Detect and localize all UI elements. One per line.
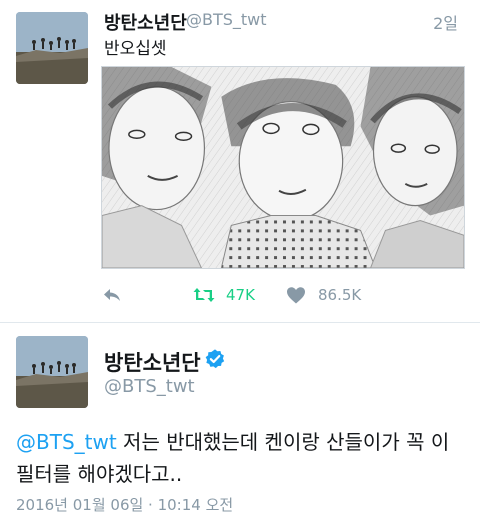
reply-button[interactable]: [100, 282, 124, 308]
author-avatar[interactable]: [16, 12, 88, 84]
retweet-icon: [193, 288, 215, 302]
detail-author-name[interactable]: 방탄소년단: [104, 347, 201, 377]
sketch-photo: [102, 67, 464, 268]
tweet-text: 반오십셋: [104, 39, 167, 59]
avatar-image: [16, 12, 88, 84]
detail-author-handle[interactable]: @BTS_twt: [104, 376, 195, 397]
detail-timestamp: 2016년 01월 06일 · 10:14 오전: [16, 496, 234, 514]
retweet-button[interactable]: 47K: [192, 282, 255, 308]
tweet-actions: 47K 86.5K: [100, 282, 460, 308]
author-name[interactable]: 방탄소년단: [104, 9, 187, 35]
verified-badge-icon: [205, 349, 225, 369]
author-handle[interactable]: @BTS_twt: [186, 10, 267, 29]
detail-tweet-text: @BTS_twt 저는 반대했는데 켄이랑 산들이가 꼭 이 필터를 해야겠다고…: [16, 426, 471, 490]
retweet-count: 47K: [226, 286, 255, 304]
mention-link[interactable]: @BTS_twt: [16, 430, 117, 454]
author-avatar[interactable]: [16, 336, 88, 408]
avatar-image: [16, 336, 88, 408]
like-count: 86.5K: [318, 286, 362, 304]
like-button[interactable]: 86.5K: [284, 282, 361, 308]
tweet-timestamp[interactable]: 2일: [433, 10, 458, 34]
heart-icon: [287, 287, 305, 304]
reply-icon: [104, 289, 120, 301]
tweet-photo[interactable]: [101, 66, 465, 269]
tweet-divider: [0, 322, 480, 323]
